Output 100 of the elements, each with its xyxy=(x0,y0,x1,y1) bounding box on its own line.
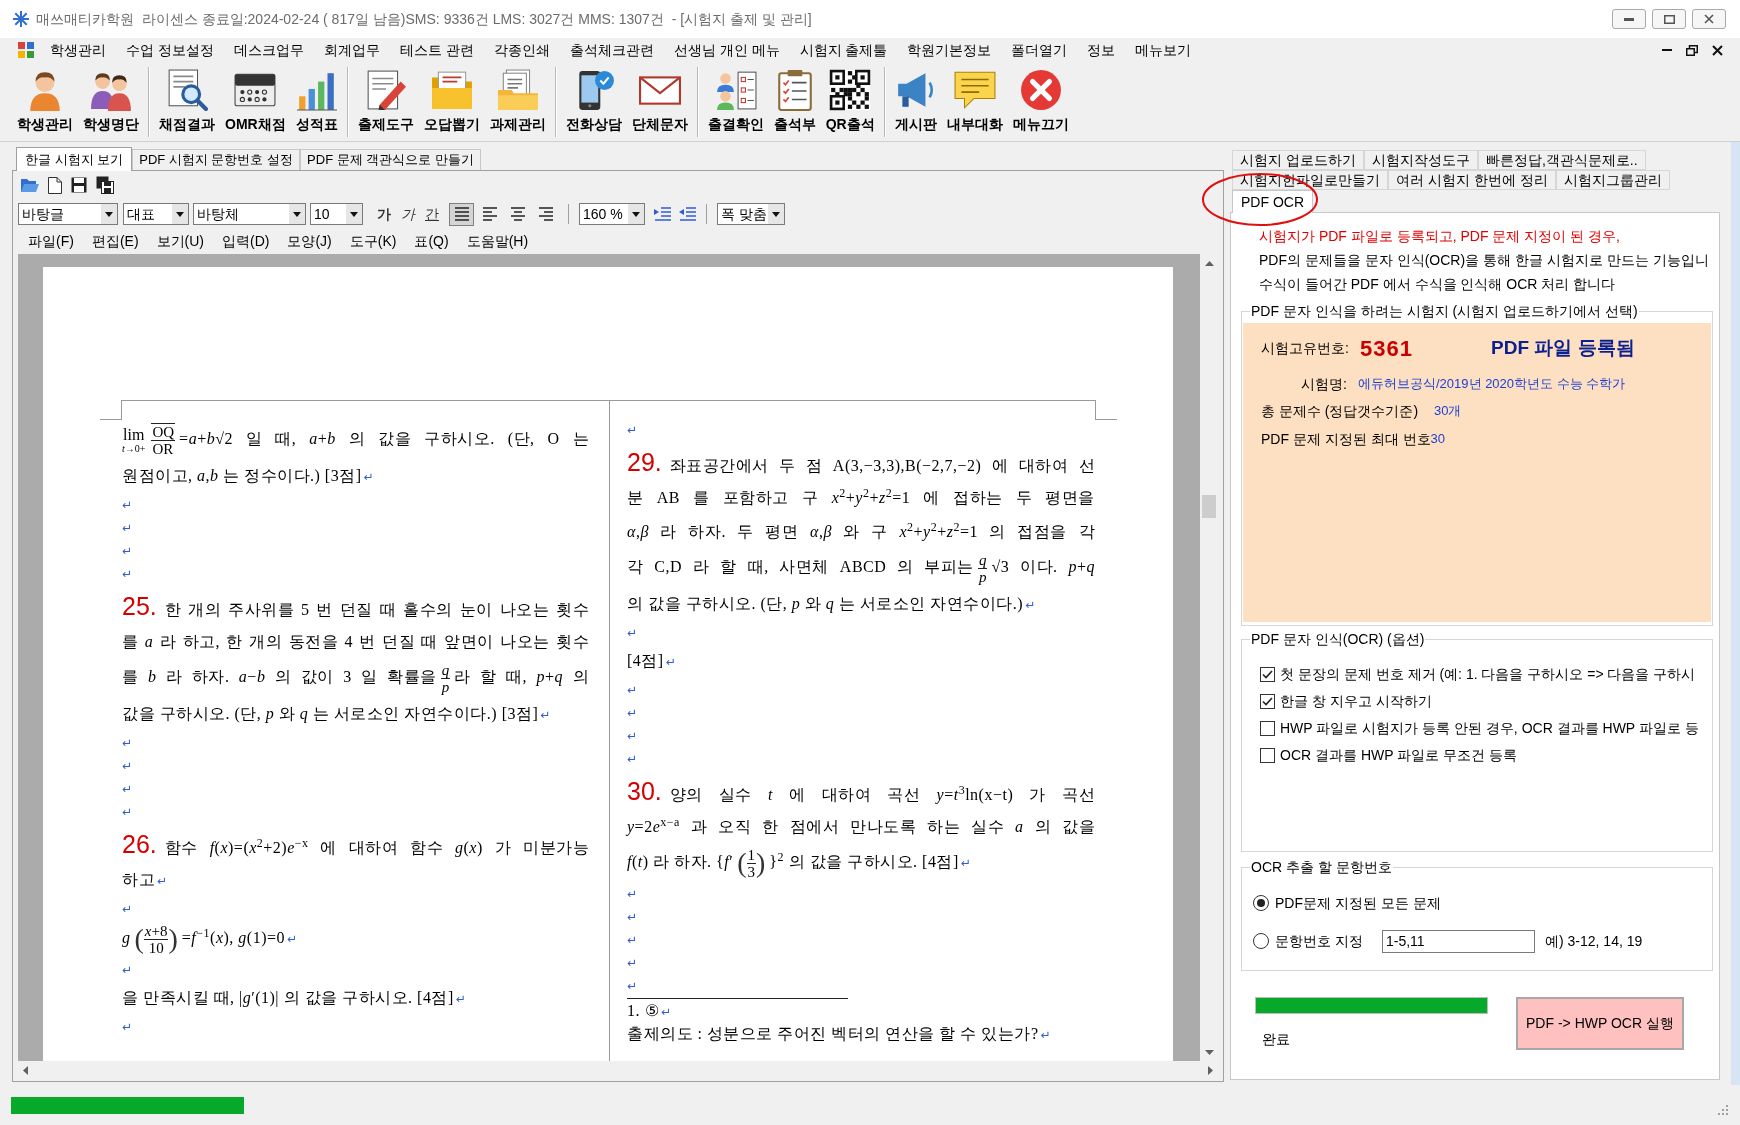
align-button[interactable] xyxy=(449,202,474,226)
underline-button[interactable]: 간 xyxy=(423,205,441,223)
scroll-right-icon[interactable] xyxy=(1208,1066,1213,1075)
toolbar-button[interactable]: 메뉴끄기 xyxy=(1007,62,1074,141)
radio-button[interactable] xyxy=(1253,933,1269,949)
toolbar-button[interactable]: OMR채점 xyxy=(220,62,291,141)
save-all-icon[interactable] xyxy=(96,176,114,194)
toolbar-button[interactable]: 채점결과 xyxy=(154,62,220,141)
toolbar-button[interactable]: 전화상담 xyxy=(560,62,627,141)
paragraph-mark: ↵ xyxy=(627,682,638,697)
toolbar-button[interactable]: 학생명단 xyxy=(78,62,144,141)
menu-item[interactable]: 보기(U) xyxy=(147,232,213,250)
checkbox[interactable] xyxy=(1260,667,1275,682)
checkbox[interactable] xyxy=(1260,748,1275,763)
menu-item[interactable]: 선생님 개인 메뉴 xyxy=(663,40,790,60)
menu-item[interactable]: 데스크업무 xyxy=(223,40,314,60)
tab[interactable]: 시험지작성도구 xyxy=(1363,150,1478,170)
italic-button[interactable]: 가 xyxy=(399,205,417,223)
language-dropdown[interactable]: 대표 xyxy=(123,203,189,225)
minimize-button[interactable] xyxy=(1612,9,1646,29)
toolbar-button[interactable]: 과제관리 xyxy=(484,62,551,141)
folder-document-icon xyxy=(430,69,473,111)
restore-icon[interactable] xyxy=(1686,44,1698,56)
folder-papers-icon xyxy=(496,69,539,111)
range-input[interactable]: 1-5,11 xyxy=(1382,929,1535,953)
radio-dot-icon xyxy=(1257,899,1265,907)
save-icon[interactable] xyxy=(71,177,87,193)
menu-item[interactable]: 편집(E) xyxy=(82,232,148,250)
size-grip-icon[interactable] xyxy=(1716,1103,1728,1115)
new-document-icon[interactable] xyxy=(48,176,62,194)
run-ocr-button[interactable]: PDF -> HWP OCR 실행 xyxy=(1516,997,1684,1050)
menu-item[interactable]: 회계업무 xyxy=(313,40,390,60)
checkbox-label[interactable]: OCR 결과를 HWP 파일로 무조건 등록 xyxy=(1280,745,1517,766)
menu-item[interactable]: 출석체크관련 xyxy=(559,40,664,60)
radio-button[interactable] xyxy=(1253,895,1269,911)
tab[interactable]: 여러 시험지 한번에 정리 xyxy=(1388,170,1556,190)
menu-item[interactable]: 입력(D) xyxy=(213,232,279,250)
scrollbar-thumb[interactable] xyxy=(1202,495,1216,518)
align-left-icon xyxy=(481,206,498,222)
toolbar-button[interactable]: 출제도구 xyxy=(352,62,419,141)
radio-label[interactable]: 문항번호 지정 xyxy=(1275,930,1376,952)
menu-item[interactable]: 표(Q) xyxy=(405,232,458,250)
tab[interactable]: PDF 시험지 문항번호 설정 xyxy=(132,149,301,170)
menu-item[interactable]: 모양(J) xyxy=(278,232,341,250)
paragraph-mark: ↵ xyxy=(122,962,133,977)
checkbox-label[interactable]: 첫 문장의 문제 번호 제거 (예: 1. 다음을 구하시오 => 다음을 구하시 xyxy=(1280,664,1696,685)
document-text: 원점이고, a,b 는 정수이다.) [3점]↵ xyxy=(122,466,374,487)
close-icon[interactable] xyxy=(1712,44,1723,56)
toolbar-button[interactable]: 성적표 xyxy=(290,62,343,141)
menu-item[interactable]: 폴더열기 xyxy=(1001,40,1078,60)
toolbar-button[interactable]: 오답뽑기 xyxy=(418,62,485,141)
fit-dropdown[interactable]: 폭 맞춤 xyxy=(717,203,785,225)
paragraph-mark: ↵ xyxy=(627,422,638,437)
menu-item[interactable]: 파일(F) xyxy=(19,232,83,250)
checkbox-label[interactable]: 한글 창 지우고 시작하기 xyxy=(1280,691,1432,712)
menu-item[interactable]: 도구(K) xyxy=(340,232,406,250)
menu-item[interactable]: 도움말(H) xyxy=(457,232,538,250)
scroll-left-icon[interactable] xyxy=(23,1066,28,1075)
tab[interactable]: PDF OCR xyxy=(1232,190,1313,213)
paragraph-mark: ↵ xyxy=(122,520,133,535)
close-button[interactable] xyxy=(1692,9,1726,29)
toolbar-button[interactable]: 내부대화 xyxy=(941,62,1008,141)
open-folder-icon[interactable] xyxy=(21,177,39,193)
menu-item[interactable]: 메뉴보기 xyxy=(1125,40,1202,60)
scroll-up-icon[interactable] xyxy=(1204,260,1214,266)
indent-increase-icon[interactable] xyxy=(654,206,671,222)
checkbox[interactable] xyxy=(1260,694,1275,709)
scroll-down-icon[interactable] xyxy=(1204,1049,1214,1055)
tab[interactable]: 시험지그룹관리 xyxy=(1555,170,1670,190)
toolbar-button[interactable]: 학생관리 xyxy=(12,62,78,141)
toolbar-button[interactable]: QR출석 xyxy=(820,62,880,141)
app-menu-icon[interactable] xyxy=(18,42,34,58)
bold-button[interactable]: 가 xyxy=(375,205,393,223)
menu-item[interactable]: 테스트 관련 xyxy=(389,40,484,60)
toolbar-button[interactable]: 출석부 xyxy=(768,62,821,141)
toolbar-button[interactable]: 단체문자 xyxy=(626,62,693,141)
document-text: 30. 양의 실수 t 에 대하여 곡선 y=t$^{3}$ln(x−t) 가 곡선 xyxy=(627,779,1095,807)
tab[interactable]: 시험지 업로드하기 xyxy=(1232,150,1364,170)
checkbox-label[interactable]: HWP 파일로 시험지가 등록 안된 경우, OCR 결과를 HWP 파일로 등 xyxy=(1280,718,1699,739)
tab[interactable]: 한글 시험지 보기 xyxy=(16,147,133,171)
document-text: 26. 함수 f(x)=(x$^{2}$+2)e$^{−x}$ 에 대하여 함수 g(x) 가 미분가능 xyxy=(122,832,589,860)
menu-item[interactable]: 학생관리 xyxy=(40,40,116,60)
menu-item[interactable]: 시험지 출제툴 xyxy=(789,40,898,60)
font-size-dropdown[interactable]: 10 xyxy=(310,203,363,225)
style-dropdown[interactable]: 바탕글 xyxy=(18,203,118,225)
menu-item[interactable]: 학원기본정보 xyxy=(897,40,1002,60)
indent-decrease-icon[interactable] xyxy=(679,206,696,222)
tab[interactable]: PDF 문제 객관식으로 만들기 xyxy=(300,149,481,170)
menu-item[interactable]: 정보 xyxy=(1077,40,1126,60)
maximize-button[interactable] xyxy=(1652,9,1686,29)
toolbar-button[interactable]: 출결확인 xyxy=(702,62,769,141)
checkbox[interactable] xyxy=(1260,721,1275,736)
menu-item[interactable]: 각종인쇄 xyxy=(483,40,560,60)
toolbar-button[interactable]: 게시판 xyxy=(889,62,942,141)
document-text: y=2e$^{x−a}$ 과 오직 한 점에서 만나도록 하는 실수 a 의 값을 xyxy=(627,815,1095,838)
tab[interactable]: 빠른정답,객관식문제로.. xyxy=(1477,150,1646,170)
font-dropdown[interactable]: 바탕체 xyxy=(193,203,306,225)
zoom-dropdown[interactable]: 160 % xyxy=(579,203,645,225)
radio-label[interactable]: PDF문제 지정된 모든 문제 xyxy=(1275,892,1441,914)
menu-item[interactable]: 수업 정보설정 xyxy=(116,40,224,60)
